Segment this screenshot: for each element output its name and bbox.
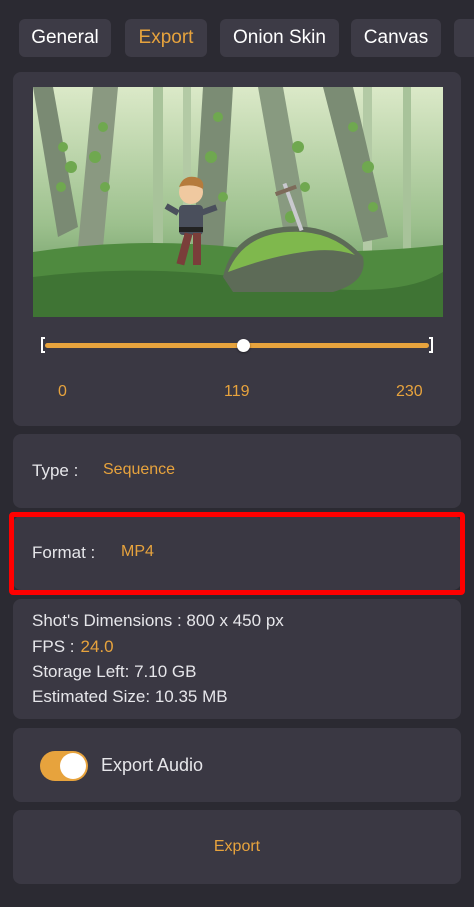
export-info-panel: Shot's Dimensions : 800 x 450 px FPS : 24… [13, 599, 461, 719]
type-value[interactable]: Sequence [103, 461, 175, 479]
estimated-size-text: Estimated Size: 10.35 MB [32, 687, 228, 706]
forest-knight-illustration [33, 87, 443, 317]
toggle-knob [60, 753, 86, 779]
preview-image [33, 87, 443, 317]
timeline-end-label: 230 [396, 383, 423, 400]
preview-panel: 0 119 230 [13, 72, 461, 426]
storage-text: Storage Left: 7.10 GB [32, 662, 197, 681]
export-button[interactable]: Export [13, 810, 461, 884]
tab-more[interactable] [454, 19, 474, 57]
format-highlight-box [9, 512, 465, 595]
fps-line: FPS : 24.0 [32, 637, 114, 657]
dimensions-text: Shot's Dimensions : 800 x 450 px [32, 611, 284, 630]
export-settings-screen: General Export Onion Skin Canvas 0 119 2… [0, 0, 474, 907]
type-row[interactable]: Type : Sequence [13, 434, 461, 508]
fps-label: FPS : [32, 637, 75, 656]
export-audio-toggle[interactable] [40, 751, 88, 781]
export-panel: Export [13, 810, 461, 884]
tab-general[interactable]: General [19, 19, 111, 57]
range-end-handle[interactable] [429, 337, 433, 353]
export-audio-row: Export Audio [13, 728, 461, 802]
type-label: Type : [32, 461, 79, 480]
timeline-current-label: 119 [224, 383, 250, 400]
timeline-start-label: 0 [58, 383, 67, 400]
tab-canvas[interactable]: Canvas [351, 19, 441, 57]
slider-thumb[interactable] [237, 339, 251, 352]
tab-onion-skin[interactable]: Onion Skin [220, 19, 339, 57]
tab-export[interactable]: Export [125, 19, 207, 57]
frame-slider[interactable] [39, 336, 435, 356]
tab-bar: General Export Onion Skin Canvas [0, 0, 474, 70]
export-audio-label: Export Audio [101, 755, 204, 775]
fps-value[interactable]: 24.0 [81, 637, 114, 656]
